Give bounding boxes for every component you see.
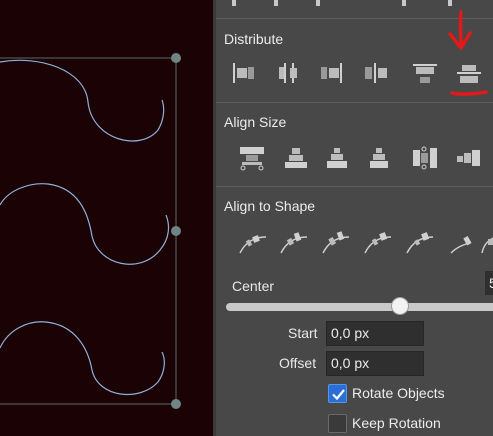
selection-handle-middle[interactable] <box>171 226 181 236</box>
distribute-horizontal-gaps-icon[interactable] <box>361 59 391 87</box>
curve-shape-3[interactable] <box>0 321 165 396</box>
align-shape-2-icon[interactable] <box>279 229 309 257</box>
align-size-step-alt-icon[interactable] <box>364 144 394 172</box>
rotate-objects-label: Rotate Objects <box>352 385 445 401</box>
distribute-left-edges-icon[interactable] <box>228 59 258 87</box>
offset-input[interactable]: 0,0 px <box>326 351 424 376</box>
align-shape-6-icon[interactable] <box>449 229 479 257</box>
distribute-title: Distribute <box>224 31 284 47</box>
section-divider <box>216 186 493 187</box>
start-input[interactable]: 0,0 px <box>326 321 424 346</box>
keep-rotation-label: Keep Rotation <box>352 415 441 431</box>
start-label: Start <box>288 325 318 341</box>
section-divider <box>216 18 493 19</box>
canvas-drawing[interactable] <box>0 0 213 436</box>
distribute-right-edges-icon[interactable] <box>317 59 347 87</box>
curve-shape-1[interactable] <box>0 59 165 142</box>
rotate-objects-checkbox[interactable] <box>328 384 347 403</box>
partial-icon-2[interactable] <box>274 0 278 6</box>
distribute-top-edges-icon[interactable] <box>410 59 440 87</box>
selection-handle-top[interactable] <box>171 53 181 63</box>
checkmark-icon <box>332 389 345 401</box>
align-shape-5-icon[interactable] <box>405 229 435 257</box>
center-value-field[interactable]: 5 <box>485 271 493 295</box>
offset-label: Offset <box>279 355 317 371</box>
distribute-centers-vertical-icon[interactable] <box>454 59 484 87</box>
selection-bounding-box <box>0 57 177 405</box>
align-to-shape-title: Align to Shape <box>224 198 316 214</box>
align-size-title: Align Size <box>224 114 287 130</box>
center-slider-thumb[interactable] <box>391 297 409 315</box>
align-shape-7-icon[interactable] <box>480 229 493 257</box>
center-label: Center <box>232 278 275 294</box>
align-size-width-icon[interactable] <box>237 144 267 172</box>
keep-rotation-checkbox[interactable] <box>328 414 347 433</box>
align-size-horizontal-alt-icon[interactable] <box>454 144 484 172</box>
partial-icon-3[interactable] <box>316 0 320 6</box>
curve-shape-2[interactable] <box>0 183 170 265</box>
canvas-area[interactable] <box>0 0 213 436</box>
center-slider-track[interactable] <box>226 303 493 311</box>
section-divider <box>216 102 493 103</box>
distribute-centers-horizontal-icon[interactable] <box>274 59 304 87</box>
partial-icon-1[interactable] <box>232 0 236 6</box>
selection-handle-bottom[interactable] <box>171 399 181 409</box>
align-panel: Distribute Align Size Align to Shape Cen… <box>216 0 493 436</box>
align-shape-4-icon[interactable] <box>363 229 393 257</box>
partial-icon-4[interactable] <box>402 0 406 6</box>
align-shape-3-icon[interactable] <box>321 229 351 257</box>
align-size-height-icon[interactable] <box>281 144 311 172</box>
align-size-step-icon[interactable] <box>322 144 352 172</box>
top-icon-row-partial <box>216 0 493 8</box>
align-size-horizontal-icon[interactable] <box>410 144 440 172</box>
align-shape-1-icon[interactable] <box>238 229 268 257</box>
partial-icon-5[interactable] <box>448 0 452 6</box>
